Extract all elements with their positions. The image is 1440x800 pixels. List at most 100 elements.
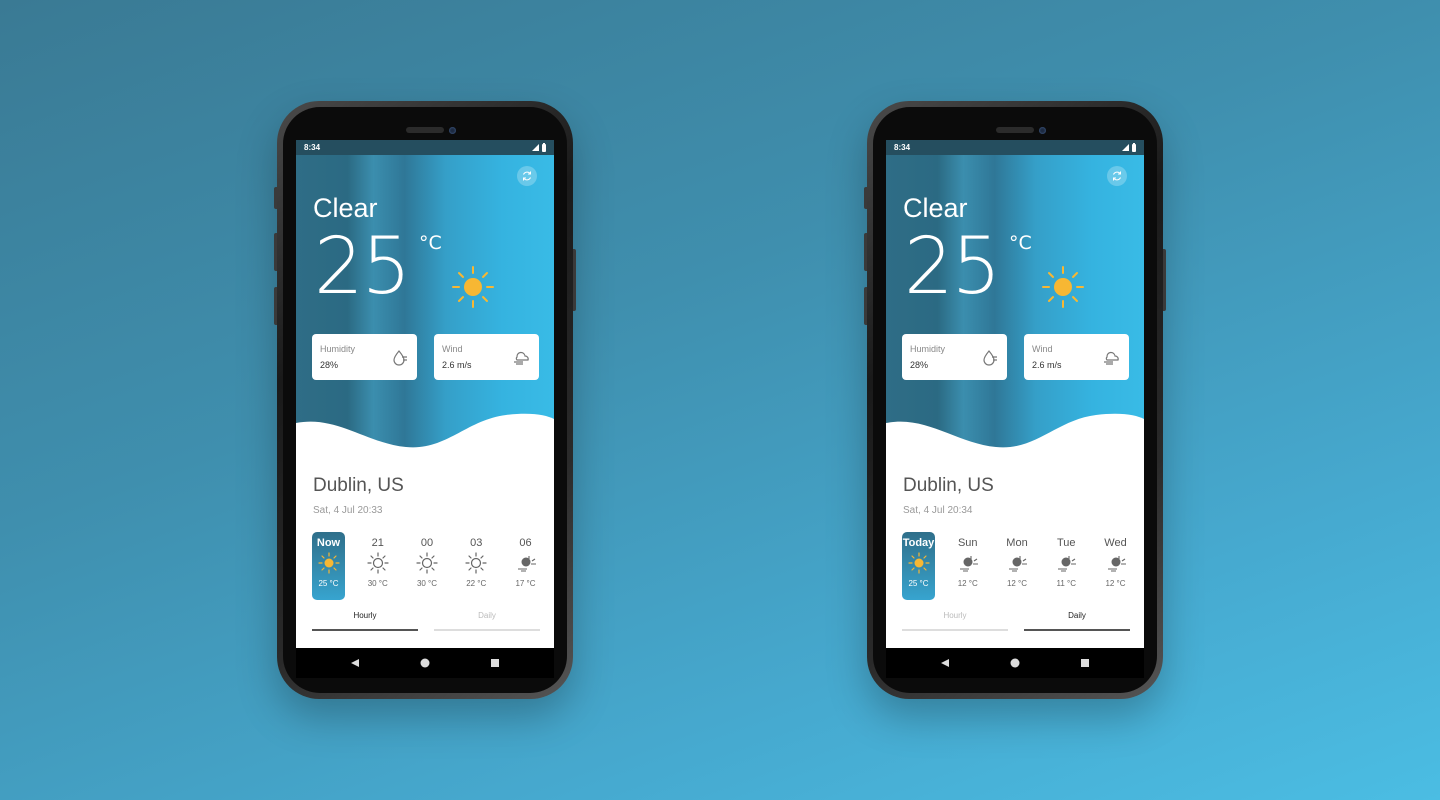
weather-screen: 8:34 Clear 25 °C Humidity 28% Wind 2.6 m… — [296, 140, 554, 648]
view-tabs: Hourly Daily — [312, 606, 540, 632]
refresh-icon — [1113, 171, 1121, 181]
signal-icon — [532, 144, 539, 151]
status-time: 8:34 — [894, 143, 911, 152]
wind-icon — [514, 351, 529, 365]
date-time: Sat, 4 Jul 20:33 — [313, 505, 383, 516]
humidity-icon — [983, 350, 997, 366]
forecast-label: 06 — [519, 537, 532, 549]
sun-icon — [1042, 266, 1084, 308]
forecast-item[interactable]: 21 30 °C — [361, 532, 394, 600]
sun-outline-icon — [416, 552, 438, 574]
sun-outline-icon — [465, 552, 487, 574]
refresh-icon — [523, 171, 531, 181]
back-icon[interactable] — [350, 658, 360, 668]
power-button — [1163, 249, 1166, 311]
tab-daily[interactable]: Daily — [434, 606, 540, 631]
phone-frame-daily: 8:34 Clear 25 °C Humidity 28% Wind 2.6 m… — [864, 101, 1166, 699]
forecast-temp: 30 °C — [416, 579, 438, 588]
forecast-temp: 12 °C — [1105, 579, 1126, 588]
temperature-unit: °C — [1009, 232, 1032, 254]
front-camera — [1039, 127, 1046, 134]
weather-condition: Clear — [313, 193, 378, 223]
moon-wind-icon — [959, 556, 978, 572]
front-camera — [449, 127, 456, 134]
forecast-item[interactable]: Now 25 °C — [312, 532, 345, 600]
android-nav-bar — [886, 648, 1144, 678]
humidity-card: Humidity 28% — [902, 334, 1007, 380]
humidity-card: Humidity 28% — [312, 334, 417, 380]
moon-wind-icon — [1009, 556, 1027, 572]
recents-icon[interactable] — [1080, 658, 1090, 668]
refresh-button[interactable] — [1107, 166, 1127, 186]
forecast-item[interactable]: Wed 12 °C — [1099, 532, 1132, 600]
home-icon[interactable] — [1010, 658, 1020, 668]
wind-icon — [1104, 351, 1119, 365]
forecast-list: Now 25 °C 21 30 °C 00 30 °C 03 22 °C 06 … — [312, 532, 542, 600]
current-temperature: 25 — [314, 222, 411, 312]
tab-daily[interactable]: Daily — [1024, 606, 1130, 631]
recents-icon[interactable] — [490, 658, 500, 668]
speaker — [406, 127, 444, 133]
back-icon[interactable] — [940, 658, 950, 668]
forecast-temp: 22 °C — [466, 579, 487, 588]
wind-card: Wind 2.6 m/s — [1024, 334, 1129, 380]
forecast-temp: 25 °C — [908, 579, 929, 588]
forecast-temp: 12 °C — [957, 579, 978, 588]
city-name: Dublin, US — [313, 475, 404, 496]
side-button — [274, 187, 277, 209]
forecast-label: Today — [902, 537, 935, 549]
forecast-temp: 25 °C — [318, 579, 339, 588]
battery-icon — [542, 142, 546, 152]
power-button — [573, 249, 576, 311]
forecast-temp: 11 °C — [1056, 579, 1076, 588]
forecast-label: Mon — [1006, 537, 1028, 549]
tab-hourly[interactable]: Hourly — [902, 606, 1008, 631]
wave-divider — [886, 413, 1144, 465]
status-bar: 8:34 — [296, 140, 554, 155]
forecast-item[interactable]: Today 25 °C — [902, 532, 935, 600]
forecast-item[interactable]: 06 17 °C — [509, 532, 542, 600]
side-button — [274, 287, 277, 325]
refresh-button[interactable] — [517, 166, 537, 186]
view-tabs: Hourly Daily — [902, 606, 1130, 632]
sun-icon — [317, 552, 340, 574]
moon-wind-icon — [1107, 556, 1126, 572]
android-nav-bar — [296, 648, 554, 678]
forecast-item[interactable]: Tue 11 °C — [1050, 532, 1083, 600]
sun-icon — [452, 266, 494, 308]
forecast-label: Now — [316, 537, 341, 549]
forecast-list: Today 25 °C Sun 12 °C Mon 12 °C Tue 11 °… — [902, 532, 1132, 600]
side-button — [864, 233, 867, 271]
side-button — [864, 287, 867, 325]
forecast-temp: 17 °C — [515, 579, 536, 588]
forecast-item[interactable]: Sun 12 °C — [951, 532, 984, 600]
weather-condition: Clear — [903, 193, 968, 223]
forecast-temp: 30 °C — [367, 579, 388, 588]
forecast-item[interactable]: Mon 12 °C — [1001, 532, 1034, 600]
weather-screen: 8:34 Clear 25 °C Humidity 28% Wind 2.6 m… — [886, 140, 1144, 648]
battery-icon — [1132, 142, 1136, 152]
forecast-temp: 12 °C — [1006, 579, 1028, 588]
wave-divider — [296, 413, 554, 465]
forecast-label: 21 — [371, 537, 384, 549]
forecast-label: Sun — [957, 537, 978, 549]
speaker — [996, 127, 1034, 133]
forecast-label: 03 — [470, 537, 483, 549]
sun-icon — [907, 552, 930, 574]
sun-outline-icon — [367, 552, 389, 574]
side-button — [274, 233, 277, 271]
side-button — [864, 187, 867, 209]
forecast-item[interactable]: 03 22 °C — [460, 532, 493, 600]
tab-hourly[interactable]: Hourly — [312, 606, 418, 631]
moon-wind-icon — [1058, 556, 1077, 572]
forecast-label: Wed — [1104, 537, 1127, 549]
home-icon[interactable] — [420, 658, 430, 668]
status-bar: 8:34 — [886, 140, 1144, 155]
temperature-unit: °C — [419, 232, 442, 254]
forecast-item[interactable]: 00 30 °C — [411, 532, 444, 600]
current-temperature: 25 — [904, 222, 1001, 312]
forecast-label: 00 — [420, 537, 434, 549]
wind-card: Wind 2.6 m/s — [434, 334, 539, 380]
city-name: Dublin, US — [903, 475, 994, 496]
moon-wind-icon — [517, 556, 536, 572]
